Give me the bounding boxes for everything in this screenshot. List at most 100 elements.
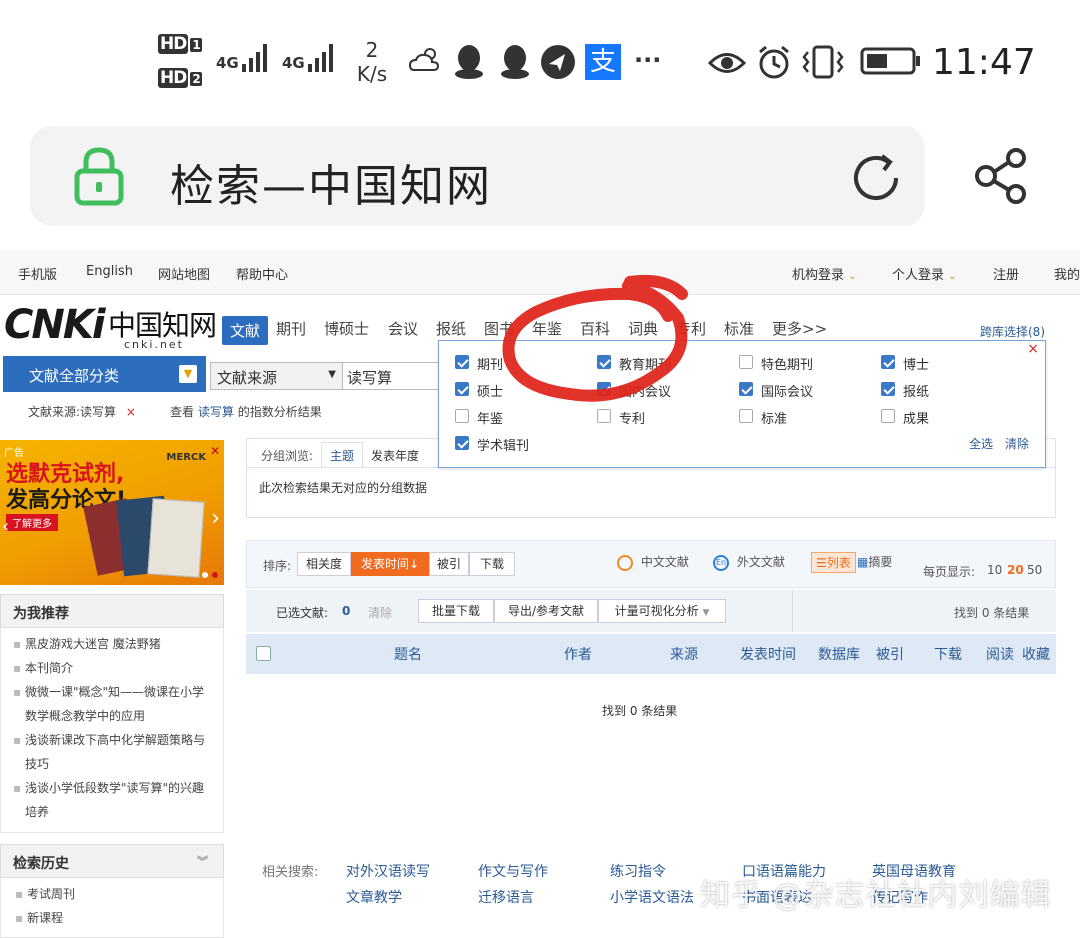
db-checkbox-label[interactable]: 学术辑刊: [477, 435, 529, 454]
arrow-down-icon: ↓: [408, 557, 420, 571]
db-checkbox[interactable]: [455, 382, 469, 396]
tab-4[interactable]: 报纸: [436, 318, 466, 339]
chevron-right-icon[interactable]: ›: [211, 506, 220, 531]
caret-down-icon: ▼: [702, 608, 710, 618]
related-search-link[interactable]: 对外汉语读写: [346, 861, 430, 881]
related-search-link[interactable]: 作文与写作: [478, 861, 548, 881]
mine-link[interactable]: 我的: [1054, 264, 1080, 283]
recommend-item[interactable]: ▪ 浅谈新课改下高中化学解题策略与: [13, 728, 205, 752]
search-input[interactable]: 读写算: [343, 362, 443, 390]
foreign-docs-filter[interactable]: En 外文文献: [713, 553, 785, 571]
clear-selection-link[interactable]: 清除: [368, 604, 392, 621]
refresh-icon[interactable]: [848, 150, 904, 210]
sort-cited-button[interactable]: 被引: [429, 552, 469, 576]
db-checkbox-label[interactable]: 博士: [903, 354, 929, 373]
column-header[interactable]: 收藏: [1022, 644, 1050, 664]
related-search-link[interactable]: 文章教学: [346, 887, 402, 907]
per-page-10[interactable]: 10: [987, 563, 1002, 577]
tab-2[interactable]: 博硕士: [324, 318, 369, 339]
org-login-link[interactable]: 机构登录 ⌄: [792, 264, 857, 283]
tab-1[interactable]: 期刊: [276, 318, 306, 339]
cnki-logo[interactable]: CNKi 中国知网 cnki.net: [4, 302, 217, 354]
recommend-item[interactable]: 技巧: [25, 752, 49, 776]
column-header[interactable]: 下载: [934, 644, 962, 664]
db-checkbox-label[interactable]: 标准: [761, 408, 787, 427]
tab-10[interactable]: 标准: [724, 318, 754, 339]
tab-subject[interactable]: 主题: [321, 442, 364, 469]
history-item[interactable]: ▪ 新课程: [15, 906, 63, 930]
column-header[interactable]: 数据库: [818, 644, 860, 664]
visualize-button[interactable]: 计量可视化分析 ▼: [598, 599, 726, 623]
column-header[interactable]: 被引: [876, 644, 904, 664]
english-link[interactable]: English: [86, 264, 133, 279]
column-header[interactable]: 作者: [564, 644, 592, 664]
magnifier-icon: [617, 554, 633, 571]
index-analysis-link[interactable]: 查看 读写算 的指数分析结果: [170, 403, 322, 420]
recommend-item-text: 浅谈小学低段数学"读写算"的兴趣: [24, 781, 204, 795]
help-link[interactable]: 帮助中心: [236, 264, 288, 283]
hd1-indicator: HD 1: [158, 34, 202, 54]
source-select[interactable]: 文献来源 ▼: [210, 362, 343, 390]
recommend-item[interactable]: ▪ 本刊简介: [13, 656, 73, 680]
tab-11[interactable]: 更多>>: [772, 318, 827, 339]
db-checkbox-label[interactable]: 特色期刊: [761, 354, 813, 373]
recommend-item[interactable]: 数学概念教学中的应用: [25, 704, 145, 728]
select-all-link[interactable]: 全选: [969, 435, 993, 452]
personal-login-link[interactable]: 个人登录 ⌄: [892, 264, 957, 283]
db-checkbox[interactable]: [739, 409, 753, 423]
cn-docs-filter[interactable]: 中文文献: [617, 553, 689, 571]
column-header[interactable]: 来源: [670, 644, 698, 664]
db-checkbox[interactable]: [881, 355, 895, 369]
db-checkbox-label[interactable]: 国际会议: [761, 381, 813, 400]
tab-year[interactable]: 发表年度: [371, 447, 419, 464]
related-search-link[interactable]: 迁移语言: [478, 887, 534, 907]
sort-relevance-button[interactable]: 相关度: [297, 552, 351, 576]
column-header[interactable]: 题名: [394, 644, 422, 664]
db-checkbox-label[interactable]: 报纸: [903, 381, 929, 400]
mobile-link[interactable]: 手机版: [18, 264, 57, 283]
clear-link[interactable]: 清除: [1005, 435, 1029, 452]
sitemap-link[interactable]: 网站地图: [158, 264, 210, 283]
per-page-50[interactable]: 50: [1027, 563, 1042, 577]
list-view-button[interactable]: ☰列表: [811, 552, 856, 573]
abstract-view-button[interactable]: ▦摘要: [857, 553, 892, 570]
chevron-left-icon[interactable]: ‹: [2, 516, 9, 537]
db-checkbox[interactable]: [881, 409, 895, 423]
related-search-link[interactable]: 小学语文语法: [610, 887, 694, 907]
export-button[interactable]: 导出/参考文献: [494, 599, 598, 623]
recommend-item[interactable]: ▪ 浅谈小学低段数学"读写算"的兴趣: [13, 776, 204, 800]
tab-0[interactable]: 文献: [222, 316, 269, 345]
history-item[interactable]: ▪ 考试周刊: [15, 882, 75, 906]
related-search-link[interactable]: 练习指令: [610, 861, 666, 881]
recommend-item[interactable]: 培养: [25, 800, 49, 824]
db-checkbox[interactable]: [455, 409, 469, 423]
column-header[interactable]: 发表时间: [740, 644, 796, 664]
merck-ad-banner[interactable]: 广告 MERCK ✕ 选默克试剂, 发高分论文! 了解更多 ‹ ›: [0, 440, 224, 585]
db-checkbox[interactable]: [739, 382, 753, 396]
ad-close-icon[interactable]: ✕: [210, 444, 220, 458]
db-checkbox[interactable]: [739, 355, 753, 369]
close-icon[interactable]: ×: [126, 405, 136, 419]
batch-download-button[interactable]: 批量下载: [418, 599, 494, 623]
collapse-icon[interactable]: ︾: [197, 853, 208, 869]
share-icon[interactable]: [972, 146, 1030, 210]
bullet-icon: ▪: [13, 661, 25, 675]
carousel-dot[interactable]: [212, 572, 218, 578]
category-button[interactable]: 文献全部分类 ▼: [3, 356, 206, 392]
register-link[interactable]: 注册: [993, 264, 1019, 283]
recommend-item[interactable]: ▪ 黑皮游戏大迷宫 魔法野猪: [13, 632, 161, 656]
per-page-20[interactable]: 20: [1007, 563, 1024, 577]
db-checkbox-label[interactable]: 成果: [903, 408, 929, 427]
db-checkbox[interactable]: [455, 436, 469, 450]
carousel-dot[interactable]: [202, 572, 208, 578]
db-checkbox[interactable]: [881, 382, 895, 396]
db-checkbox[interactable]: [455, 355, 469, 369]
close-icon[interactable]: ×: [1027, 341, 1039, 357]
column-header[interactable]: 阅读: [986, 644, 1014, 664]
tab-3[interactable]: 会议: [388, 318, 418, 339]
cross-db-select[interactable]: 跨库选择(8): [980, 323, 1045, 340]
recommend-item[interactable]: ▪ 微微一课"概念"知——微课在小学: [13, 680, 204, 704]
sort-download-button[interactable]: 下载: [469, 552, 515, 576]
sort-pubtime-button[interactable]: 发表时间↓: [351, 552, 429, 576]
select-all-checkbox[interactable]: [256, 646, 271, 661]
